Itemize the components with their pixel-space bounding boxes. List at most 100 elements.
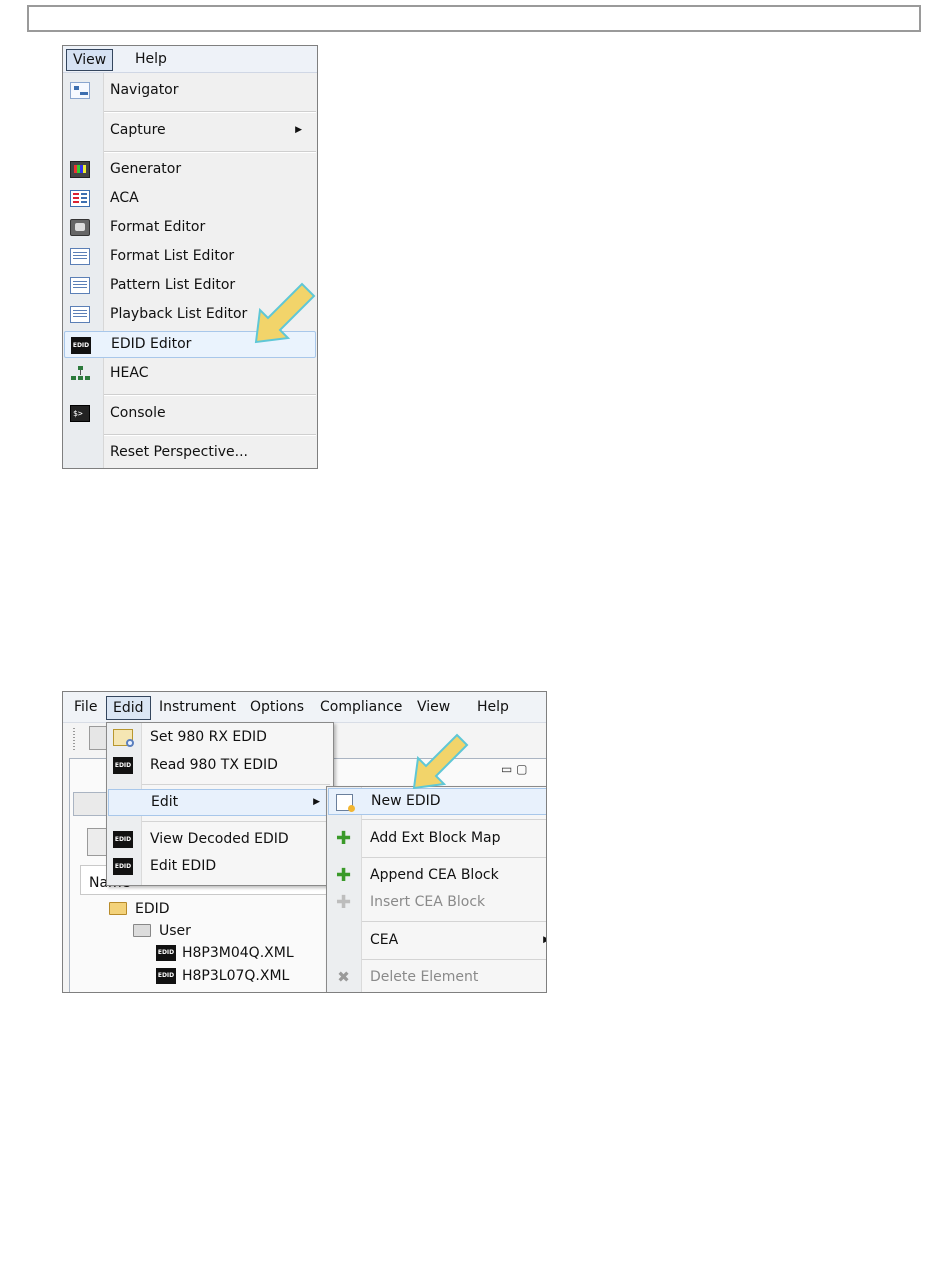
menu-item-label: HEAC bbox=[110, 365, 149, 381]
menu-separator bbox=[142, 821, 330, 822]
menu-compliance[interactable]: Compliance bbox=[320, 696, 402, 718]
menu-item-label: Edit bbox=[151, 794, 179, 810]
edid-icon: EDID bbox=[71, 337, 91, 354]
menu-item-read-980-tx-edid[interactable]: EDID Read 980 TX EDID bbox=[108, 752, 331, 779]
menu-separator bbox=[362, 959, 546, 960]
tree-item-label: EDID bbox=[135, 901, 170, 917]
edid-icon: EDID bbox=[113, 858, 133, 875]
menu-item-label: Pattern List Editor bbox=[110, 277, 236, 293]
menu-item-format-list-editor[interactable]: Format List Editor bbox=[64, 243, 316, 270]
tree-item-edid[interactable]: EDID bbox=[109, 898, 170, 920]
tree-item-user[interactable]: User bbox=[133, 920, 191, 942]
menu-item-label: Delete Element bbox=[370, 969, 479, 985]
menu-file[interactable]: File bbox=[74, 696, 97, 718]
menu-item-label: Capture bbox=[110, 122, 166, 138]
menu-instrument[interactable]: Instrument bbox=[159, 696, 236, 718]
menu-edid[interactable]: Edid bbox=[106, 696, 151, 720]
menu-item-label: Playback List Editor bbox=[110, 306, 248, 322]
tree-item-file[interactable]: EDID H8P3L07Q.XML bbox=[156, 965, 289, 987]
menu-item-aca[interactable]: ACA bbox=[64, 185, 316, 212]
menu-item-label: Reset Perspective... bbox=[110, 444, 248, 460]
menu-item-label: Append CEA Block bbox=[370, 867, 499, 883]
panel-minimize-maximize-icon[interactable]: ▭ ▢ bbox=[501, 762, 528, 776]
list-icon bbox=[70, 248, 90, 265]
heac-icon bbox=[70, 365, 90, 382]
menu-item-append-cea-block[interactable]: ✚ Append CEA Block bbox=[328, 862, 546, 889]
list-icon bbox=[70, 277, 90, 294]
menu-separator bbox=[104, 111, 316, 113]
menu-view[interactable]: View bbox=[417, 696, 450, 718]
menu-help[interactable]: Help bbox=[477, 696, 509, 718]
menu-separator bbox=[104, 394, 316, 396]
edid-menu-screenshot: File Edid Instrument Options Compliance … bbox=[62, 691, 547, 993]
menu-options[interactable]: Options bbox=[250, 696, 304, 718]
menu-item-set-980-rx-edid[interactable]: Set 980 RX EDID bbox=[108, 724, 331, 751]
menu-item-console[interactable]: $> Console bbox=[64, 400, 316, 427]
edid-icon: EDID bbox=[113, 831, 133, 848]
menu-item-format-editor[interactable]: Format Editor bbox=[64, 214, 316, 241]
menu-item-label: Insert CEA Block bbox=[370, 894, 486, 910]
tree-item-label: H8P3L07Q.XML bbox=[182, 968, 290, 984]
menu-item-reset-perspective[interactable]: Reset Perspective... bbox=[64, 439, 316, 466]
menu-item-label: Format List Editor bbox=[110, 248, 235, 264]
menu-item-new-edid[interactable]: New EDID bbox=[328, 788, 546, 815]
menu-separator bbox=[104, 434, 316, 436]
menu-item-label: CEA bbox=[370, 932, 399, 948]
menu-bar: File Edid Instrument Options Compliance … bbox=[63, 692, 546, 723]
plus-icon: ✚ bbox=[335, 892, 352, 913]
menu-separator bbox=[104, 151, 316, 153]
aca-icon bbox=[70, 190, 90, 207]
menu-separator bbox=[142, 784, 330, 785]
menu-separator bbox=[362, 819, 546, 820]
tree-item-label: H8P3M04Q.XML bbox=[182, 945, 294, 961]
generator-icon bbox=[70, 161, 90, 178]
folder-open-icon bbox=[109, 902, 127, 915]
folder-icon bbox=[133, 924, 151, 937]
pointer-arrow-icon bbox=[254, 282, 316, 344]
menu-item-label: Edit EDID bbox=[150, 858, 217, 874]
tree-item-file[interactable]: EDID H8P3M04Q.XML bbox=[156, 942, 294, 964]
menu-item-heac[interactable]: HEAC bbox=[64, 360, 316, 387]
menu-item-cea[interactable]: CEA ▶ bbox=[328, 927, 546, 954]
menu-item-edit-edid[interactable]: EDID Edit EDID bbox=[108, 853, 331, 880]
submenu-arrow-icon: ▶ bbox=[313, 797, 320, 807]
edid-file-icon: EDID bbox=[156, 968, 176, 984]
navigator-icon bbox=[70, 82, 90, 99]
top-bar-frame bbox=[27, 5, 921, 32]
menu-item-label: EDID Editor bbox=[111, 336, 192, 352]
list-icon bbox=[70, 306, 90, 323]
delete-x-icon: ✖ bbox=[337, 968, 350, 986]
menu-item-label: Console bbox=[110, 405, 166, 421]
submenu-arrow-icon: ▶ bbox=[295, 125, 302, 135]
plus-icon: ✚ bbox=[335, 865, 352, 886]
format-editor-icon bbox=[70, 219, 90, 236]
menu-item-delete-element: ✖ Delete Element bbox=[328, 964, 546, 991]
pointer-arrow-icon bbox=[412, 733, 469, 789]
menu-separator bbox=[362, 857, 546, 858]
menu-item-view-decoded-edid[interactable]: EDID View Decoded EDID bbox=[108, 826, 331, 853]
console-icon: $> bbox=[70, 405, 90, 422]
menu-item-label: ACA bbox=[110, 190, 139, 206]
menu-view[interactable]: View bbox=[66, 49, 114, 71]
submenu-arrow-icon: ▶ bbox=[543, 927, 546, 954]
menu-item-navigator[interactable]: Navigator bbox=[64, 77, 316, 104]
menu-item-label: Set 980 RX EDID bbox=[150, 729, 267, 745]
menu-item-capture[interactable]: Capture ▶ bbox=[64, 117, 316, 144]
menu-item-label: Navigator bbox=[110, 82, 179, 98]
menu-item-insert-cea-block: ✚ Insert CEA Block bbox=[328, 889, 546, 916]
menu-item-label: View Decoded EDID bbox=[150, 831, 289, 847]
menu-item-add-ext-block-map[interactable]: ✚ Add Ext Block Map bbox=[328, 825, 546, 852]
menu-item-generator[interactable]: Generator bbox=[64, 156, 316, 183]
menu-help[interactable]: Help bbox=[129, 49, 173, 69]
menu-separator bbox=[362, 921, 546, 922]
edit-submenu: New EDID ✚ Add Ext Block Map ✚ Append CE… bbox=[326, 786, 546, 992]
plus-icon: ✚ bbox=[335, 828, 352, 849]
menu-item-label: Generator bbox=[110, 161, 182, 177]
view-menu-screenshot: View Help Navigator Capture ▶ Generator … bbox=[62, 45, 318, 469]
edid-icon: EDID bbox=[113, 757, 133, 774]
menu-item-label: Format Editor bbox=[110, 219, 206, 235]
menu-item-edit[interactable]: Edit ▶ bbox=[108, 789, 331, 816]
edid-dropdown-menu: Set 980 RX EDID EDID Read 980 TX EDID Ed… bbox=[106, 722, 334, 886]
menu-item-label: Add Ext Block Map bbox=[370, 830, 501, 846]
new-document-icon bbox=[336, 794, 355, 812]
